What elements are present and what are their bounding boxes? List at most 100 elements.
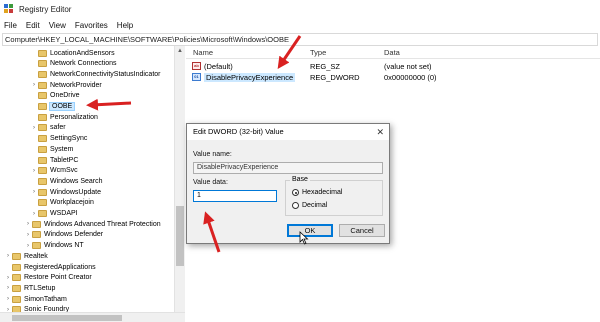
- tree-scroll-thumb[interactable]: [176, 206, 184, 266]
- tree-item[interactable]: › WindowsUpdate: [30, 187, 101, 197]
- expand-chevron-icon[interactable]: ›: [4, 253, 12, 259]
- expand-chevron-icon[interactable]: ›: [24, 221, 32, 227]
- folder-icon: [38, 70, 47, 78]
- tree-item[interactable]: › WSDAPI: [30, 209, 78, 219]
- tree-item[interactable]: › safer: [30, 123, 66, 133]
- expand-chevron-icon[interactable]: ›: [4, 285, 12, 291]
- folder-icon: [32, 220, 41, 228]
- tree-item[interactable]: RegisteredApplications: [4, 262, 96, 272]
- tree-item-label: Restore Point Creator: [24, 274, 92, 282]
- value-data-input[interactable]: 1: [193, 190, 277, 202]
- cancel-button[interactable]: Cancel: [339, 224, 385, 237]
- expand-chevron-icon[interactable]: ›: [30, 189, 38, 195]
- expand-chevron-icon[interactable]: ›: [30, 82, 38, 88]
- folder-icon: [38, 92, 47, 100]
- value-row[interactable]: 01 DisablePrivacyExperience REG_DWORD 0x…: [186, 72, 600, 83]
- expand-chevron-icon[interactable]: ›: [4, 296, 12, 302]
- tree-item-label: NetworkConnectivityStatusIndicator: [50, 70, 161, 78]
- tree-item[interactable]: OOBE: [30, 102, 76, 112]
- expand-chevron-icon[interactable]: ›: [24, 243, 32, 249]
- tree-item[interactable]: › NetworkProvider: [30, 80, 102, 90]
- folder-icon: [38, 156, 47, 164]
- ok-button[interactable]: OK: [287, 224, 333, 237]
- tree-vertical-scrollbar[interactable]: ▲: [174, 46, 185, 312]
- tree-item-label: Realtek: [24, 252, 48, 260]
- tree-item[interactable]: › SimonTatham: [4, 294, 67, 304]
- menu-favorites[interactable]: Favorites: [75, 21, 108, 30]
- menu-edit[interactable]: Edit: [26, 21, 40, 30]
- tree-item[interactable]: › RTLSetup: [4, 283, 55, 293]
- expand-chevron-icon[interactable]: ›: [4, 275, 12, 281]
- tree-item[interactable]: Network Connections: [30, 59, 117, 69]
- tree-item[interactable]: System: [30, 144, 73, 154]
- folder-icon: [38, 177, 47, 185]
- column-header-data[interactable]: Data: [384, 48, 400, 57]
- tree-item-label: RegisteredApplications: [24, 263, 96, 271]
- folder-icon: [38, 135, 47, 143]
- tree-item[interactable]: TabletPC: [30, 155, 78, 165]
- expand-chevron-icon[interactable]: ›: [30, 168, 38, 174]
- radio-hexadecimal[interactable]: Hexadecimal: [292, 189, 342, 196]
- radio-selected-icon[interactable]: [292, 189, 299, 196]
- tree-item-label: WindowsUpdate: [50, 188, 101, 196]
- expand-chevron-icon[interactable]: ›: [30, 125, 38, 131]
- value-type: REG_SZ: [310, 62, 341, 71]
- tree-item[interactable]: › WcmSvc: [30, 166, 78, 176]
- folder-icon: [38, 188, 47, 196]
- edit-dword-dialog: Edit DWORD (32-bit) Value ✕ Value name: …: [186, 123, 390, 245]
- scroll-up-arrow-icon[interactable]: ▲: [175, 46, 185, 56]
- value-name-field: DisablePrivacyExperience: [193, 162, 383, 174]
- value-type: REG_DWORD: [310, 73, 360, 82]
- radio-unselected-icon[interactable]: [292, 202, 299, 209]
- tree-item-label: Windows NT: [44, 242, 84, 250]
- folder-icon: [12, 263, 21, 271]
- folder-icon: [38, 113, 47, 121]
- tree-hscroll-thumb[interactable]: [12, 315, 122, 321]
- tree-item[interactable]: Personalization: [30, 112, 98, 122]
- expand-chevron-icon[interactable]: ›: [24, 232, 32, 238]
- menu-help[interactable]: Help: [117, 21, 133, 30]
- tree-item[interactable]: OneDrive: [30, 91, 80, 101]
- address-bar[interactable]: Computer\HKEY_LOCAL_MACHINE\SOFTWARE\Pol…: [2, 33, 598, 46]
- tree-item[interactable]: › Windows Advanced Threat Protection: [24, 219, 161, 229]
- tree-item[interactable]: Windows Search: [30, 176, 103, 186]
- radio-decimal[interactable]: Decimal: [292, 202, 327, 209]
- tree-item-label: Personalization: [50, 113, 98, 121]
- tree-item-label: SimonTatham: [24, 295, 67, 303]
- window-title: Registry Editor: [19, 4, 72, 14]
- tree-item[interactable]: › Windows NT: [24, 241, 84, 251]
- tree-item-label: RTLSetup: [24, 284, 56, 292]
- tree-item[interactable]: › Realtek: [4, 251, 48, 261]
- tree-item-label: WSDAPI: [50, 210, 78, 217]
- base-group: Base Hexadecimal Decimal: [285, 176, 383, 216]
- close-icon[interactable]: ✕: [376, 127, 384, 138]
- tree-item[interactable]: SettingSync: [30, 134, 87, 144]
- folder-icon: [38, 210, 47, 217]
- radio-hexadecimal-label: Hexadecimal: [302, 189, 343, 196]
- key-tree: LocationAndSensors Network Connections Net…: [0, 46, 185, 322]
- dword-value-icon: 01: [192, 73, 201, 81]
- tree-item[interactable]: › Windows Defender: [24, 230, 103, 240]
- tree-item-label: Windows Defender: [44, 231, 104, 239]
- tree-item-label: SettingSync: [50, 135, 88, 143]
- value-data: 0x00000000 (0): [384, 73, 437, 82]
- tree-item-label: TabletPC: [50, 156, 79, 164]
- value-row[interactable]: ab (Default) REG_SZ (value not set): [186, 61, 600, 72]
- tree-horizontal-scrollbar[interactable]: [0, 312, 185, 322]
- folder-icon: [38, 199, 47, 207]
- menu-view[interactable]: View: [49, 21, 66, 30]
- value-data: (value not set): [384, 62, 432, 71]
- tree-item-label: safer: [50, 124, 66, 132]
- expand-chevron-icon[interactable]: ›: [30, 211, 38, 217]
- tree-item[interactable]: › Restore Point Creator: [4, 273, 92, 283]
- menu-file[interactable]: File: [4, 21, 17, 30]
- column-header-type[interactable]: Type: [310, 48, 326, 57]
- folder-icon: [32, 231, 41, 239]
- tree-item[interactable]: NetworkConnectivityStatusIndicator: [30, 69, 161, 79]
- tree-item[interactable]: Workplacejoin: [30, 198, 94, 208]
- tree-item[interactable]: LocationAndSensors: [30, 48, 115, 58]
- base-label: Base: [290, 176, 310, 183]
- title-bar: Registry Editor: [0, 0, 600, 18]
- folder-icon: [38, 103, 47, 110]
- column-header-name[interactable]: Name: [193, 48, 213, 57]
